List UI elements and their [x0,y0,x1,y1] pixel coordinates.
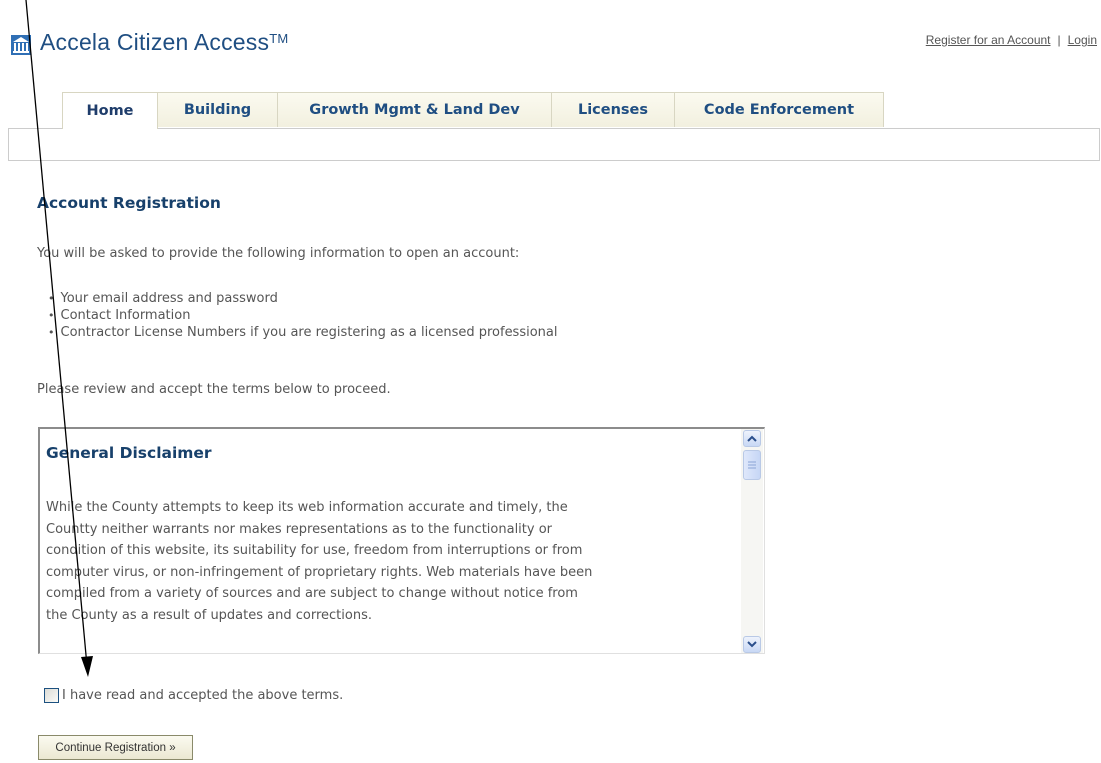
disclaimer-text: While the County attempts to keep its we… [46,497,741,626]
accela-building-icon [11,35,31,55]
list-item: Your email address and password [48,290,558,307]
tab-home[interactable]: Home [62,92,158,129]
active-tab-connector [63,127,156,130]
app-title: Accela Citizen AccessTM [40,29,289,55]
disclaimer-line: condition of this website, its suitabili… [46,543,583,558]
tab-building[interactable]: Building [157,92,278,127]
scroll-up-button[interactable] [743,430,761,447]
scroll-down-button[interactable] [743,636,761,653]
login-link[interactable]: Login [1068,33,1097,47]
list-item: Contact Information [48,307,558,324]
tab-code-enforcement[interactable]: Code Enforcement [674,92,884,127]
trademark: TM [269,31,289,46]
review-instructions: Please review and accept the terms below… [37,382,391,397]
requirements-list: Your email address and password Contact … [48,290,558,341]
grip-icon [748,461,756,469]
disclaimer-line: computer virus, or non-infringement of p… [46,564,593,580]
disclaimer-line: While the County attempts to keep its we… [46,500,568,515]
accept-terms-label[interactable]: I have read and accepted the above terms… [62,688,343,703]
tab-growth-mgmt[interactable]: Growth Mgmt & Land Dev [277,92,552,127]
chevron-down-icon [747,641,757,648]
intro-text: You will be asked to provide the followi… [37,246,520,261]
scroll-thumb[interactable] [743,450,761,480]
page-title: Account Registration [37,194,221,212]
link-separator: | [1057,33,1061,47]
list-item: Contractor License Numbers if you are re… [48,324,558,341]
tab-licenses[interactable]: Licenses [551,92,675,127]
main-tabs: Home Building Growth Mgmt & Land Dev Lic… [62,92,884,129]
disclaimer-line: the County as a result of updates and co… [46,607,372,623]
disclaimer-line: Countty neither warrants nor makes repre… [46,521,553,537]
chevron-up-icon [747,435,757,442]
register-link[interactable]: Register for an Account [926,33,1051,47]
continue-registration-button[interactable]: Continue Registration » [38,735,193,760]
disclaimer-title: General Disclaimer [46,444,212,462]
top-links: Register for an Account | Login [926,33,1097,47]
accept-terms-checkbox[interactable] [44,688,59,703]
tab-content-strip [8,128,1100,161]
disclaimer-line: compiled from a variety of sources and a… [46,586,578,601]
